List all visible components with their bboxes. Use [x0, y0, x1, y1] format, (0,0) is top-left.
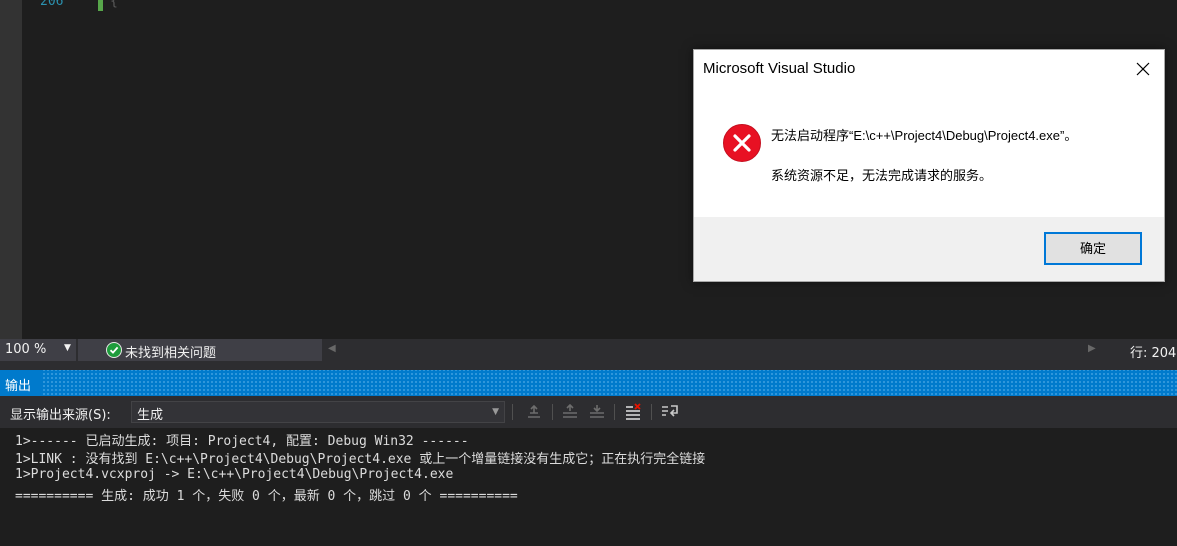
dialog-button-bar: 确定 [694, 217, 1164, 281]
change-tracking-bar [98, 0, 103, 11]
scroll-left-icon[interactable]: ◀ [328, 343, 336, 354]
issues-indicator[interactable]: 未找到相关问题 [78, 339, 322, 361]
dialog-message-primary: 无法启动程序“E:\c++\Project4\Debug\Project4.ex… [771, 128, 1078, 143]
close-icon[interactable] [1134, 60, 1152, 78]
zoom-level: 100 % [5, 342, 47, 357]
clear-all-icon[interactable] [623, 402, 643, 422]
output-source-select[interactable]: 生成 ▼ [131, 401, 505, 423]
toolbar-separator [651, 404, 652, 420]
issues-label: 未找到相关问题 [125, 346, 217, 361]
toolbar-separator [614, 404, 615, 420]
source-label: 显示输出来源(S): [10, 408, 111, 423]
row-indicator: 行: 204 [1130, 346, 1177, 361]
row-indicator-box: 行: 204 [1102, 339, 1177, 361]
output-text-area[interactable]: 1>------ 已启动生成: 项目: Project4, 配置: Debug … [0, 428, 1177, 546]
source-value: 生成 [137, 408, 164, 423]
zoom-dropdown[interactable]: 100 % ▼ [0, 339, 76, 361]
scroll-right-icon[interactable]: ▶ [1088, 343, 1096, 354]
toolbar-separator [512, 404, 513, 420]
chevron-down-icon: ▼ [492, 407, 499, 417]
error-dialog: Microsoft Visual Studio 无法启动程序“E:\c++\Pr… [693, 49, 1165, 282]
vs-window: 206 { 100 % ▼ 未找到相关问题 ◀ ▶ 行: 204 输出 显示输出… [0, 0, 1177, 546]
output-toolbar: 显示输出来源(S): 生成 ▼ [0, 396, 1177, 428]
output-line: 1>------ 已启动生成: 项目: Project4, 配置: Debug … [15, 434, 469, 449]
find-in-output-icon[interactable] [524, 402, 544, 422]
check-circle-icon [106, 342, 122, 358]
dialog-message-secondary: 系统资源不足，无法完成请求的服务。 [771, 168, 993, 183]
go-to-previous-message-icon[interactable] [560, 402, 580, 422]
dialog-title: Microsoft Visual Studio [703, 60, 856, 77]
ok-button[interactable]: 确定 [1044, 232, 1142, 265]
toolbar-separator [552, 404, 553, 420]
output-line: 1>LINK : 没有找到 E:\c++\Project4\Debug\Proj… [15, 452, 706, 467]
toggle-word-wrap-icon[interactable] [660, 402, 680, 422]
chevron-down-icon: ▼ [64, 343, 71, 353]
glyph-margin [0, 0, 22, 339]
output-line: 1>Project4.vcxproj -> E:\c++\Project4\De… [15, 467, 454, 482]
panel-splitter[interactable] [0, 361, 1177, 370]
go-to-next-message-icon[interactable] [587, 402, 607, 422]
output-line: ========== 生成: 成功 1 个，失败 0 个，最新 0 个，跳过 0… [15, 489, 518, 504]
error-x-icon [722, 123, 762, 163]
editor-status-bar: 100 % ▼ 未找到相关问题 ◀ ▶ 行: 204 [0, 339, 1177, 361]
output-panel-title: 输出 [5, 379, 32, 394]
code-line[interactable]: { [110, 0, 118, 9]
output-panel-titlebar[interactable]: 输出 [0, 370, 1177, 396]
line-number: 206 [40, 0, 64, 9]
